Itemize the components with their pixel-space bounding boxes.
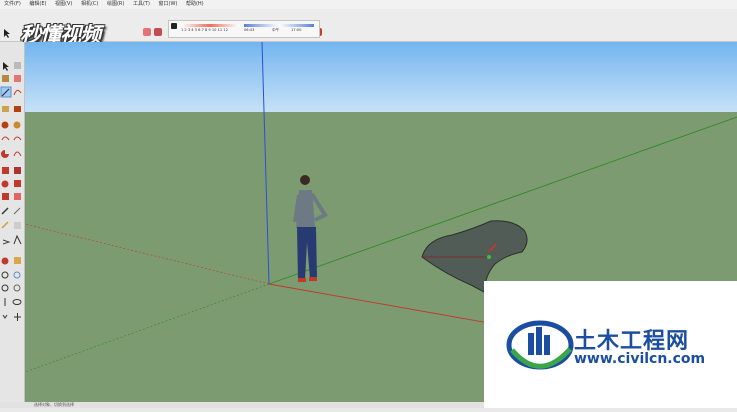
zoom-window-icon[interactable] — [13, 271, 21, 279]
figure-shoe-left — [298, 278, 306, 282]
menu-tools[interactable]: 工具(T) — [133, 0, 150, 9]
offset-tool-icon[interactable] — [14, 193, 21, 200]
component-tool-icon[interactable] — [14, 62, 21, 69]
figure-shoe-right — [309, 277, 317, 281]
time-start-label: 06:43 — [244, 28, 255, 32]
zoom-extents-left-icon[interactable] — [1, 284, 9, 292]
arc-tool-icon[interactable] — [1, 136, 10, 141]
menu-view[interactable]: 视图(V) — [55, 0, 72, 9]
rotate-tool-icon[interactable] — [1, 180, 9, 188]
menu-edit[interactable]: 编辑(E) — [29, 0, 46, 9]
dimension-tool-icon[interactable] — [13, 207, 21, 215]
left-tool-palette — [0, 42, 25, 408]
select-arrow-icon[interactable] — [3, 62, 9, 71]
paint-tool-icon[interactable] — [2, 75, 9, 82]
menu-window[interactable]: 窗口(W) — [159, 0, 178, 9]
main-toolbar: 秒懂视频 1 2 3 4 5 6 7 8 9 10 11 12 06:43 中午… — [0, 9, 737, 47]
menu-help[interactable]: 帮助(H) — [186, 0, 204, 9]
pan-tool-left-icon[interactable] — [14, 257, 21, 264]
arc-3-icon[interactable] — [13, 151, 22, 157]
polygon-tool-icon[interactable] — [13, 121, 21, 129]
pie-tool-icon[interactable] — [1, 150, 9, 158]
select-tool-icon[interactable] — [3, 23, 11, 38]
sky — [25, 42, 737, 112]
rotated-rect-icon[interactable] — [14, 106, 21, 112]
rectangle-tool-icon[interactable] — [2, 106, 9, 112]
followme-tool-icon[interactable] — [14, 180, 21, 187]
pushpull-tool-icon[interactable] — [14, 167, 21, 174]
status-bar: 选择对象、切换到选择 — [0, 402, 484, 408]
look-around-icon[interactable] — [12, 299, 22, 305]
site-logo-overlay: 土木工程网 www.civilcn.com — [484, 281, 737, 408]
paint-bucket-icon[interactable] — [154, 28, 162, 36]
month-slider-track[interactable] — [181, 24, 239, 27]
axes-tool-icon[interactable] — [2, 239, 11, 245]
month-labels: 1 2 3 4 5 6 7 8 9 10 11 12 — [181, 28, 228, 32]
section-plane-icon[interactable] — [14, 313, 21, 321]
site-logo-url: www.civilcn.com — [574, 351, 706, 367]
menu-camera[interactable]: 相机(C) — [81, 0, 98, 9]
menu-bar: 文件(F) 编辑(E) 视图(V) 相机(C) 绘图(R) 工具(T) 窗口(W… — [0, 0, 737, 9]
time-slider-track[interactable] — [244, 24, 314, 27]
menu-file[interactable]: 文件(F) — [4, 0, 21, 9]
3dtext-tool-icon[interactable] — [13, 234, 22, 245]
eraser-tool-icon-left[interactable] — [14, 75, 21, 82]
protractor-tool-icon[interactable] — [1, 221, 9, 229]
orbit-tool-left-icon[interactable] — [1, 257, 9, 265]
circle-tool-icon[interactable] — [1, 121, 9, 129]
freehand-tool-icon[interactable] — [13, 89, 22, 96]
tool-grid — [0, 62, 22, 321]
zoom-tool-left-icon[interactable] — [1, 271, 9, 279]
arc-2-icon[interactable] — [13, 136, 22, 141]
previous-view-icon[interactable] — [13, 284, 21, 292]
scale-tool-icon[interactable] — [2, 193, 9, 200]
tape-tool-icon[interactable] — [1, 207, 9, 215]
figure-head — [300, 175, 310, 185]
text-tool-icon[interactable] — [14, 222, 21, 229]
eraser-tool-icon[interactable] — [143, 28, 151, 36]
move-tool-icon[interactable] — [2, 167, 9, 174]
site-logo-icon — [506, 320, 574, 370]
vertex-marker — [487, 255, 491, 259]
walk-tool-icon[interactable] — [2, 314, 8, 319]
time-end-label: 17:00 — [291, 28, 302, 32]
shadow-toggle-icon[interactable] — [171, 23, 177, 29]
shadow-settings-panel: 1 2 3 4 5 6 7 8 9 10 11 12 06:43 中午 17:0… — [168, 20, 320, 38]
menu-draw[interactable]: 绘图(R) — [107, 0, 124, 9]
status-text: 选择对象、切换到选择 — [34, 402, 74, 407]
time-mid-label: 中午 — [272, 28, 280, 32]
